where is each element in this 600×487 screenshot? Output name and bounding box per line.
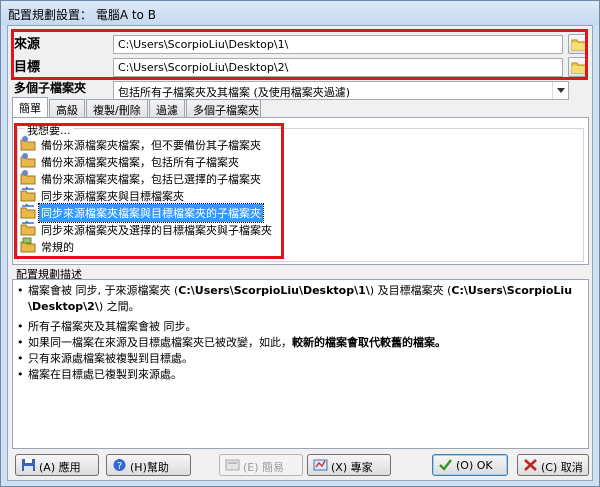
title-bar: 配置規劃設置： 電腦A to B bbox=[1, 1, 599, 25]
help-button[interactable]: ? (H)幫助 bbox=[106, 454, 191, 476]
cancel-button[interactable]: (C) 取消 bbox=[517, 454, 589, 476]
save-icon bbox=[22, 459, 35, 471]
simple-mode-icon bbox=[225, 459, 240, 471]
list-item-label: 同步來源檔案夾與目標檔案夾 bbox=[41, 190, 184, 203]
sync-folder-icon bbox=[20, 203, 36, 219]
list-item-label: 同步來源檔案夾及選擇的目標檔案夾與子檔案夾 bbox=[41, 224, 272, 237]
list-item-label: 同步來源檔案夾檔案與目標檔案夾的子檔案夾 bbox=[38, 203, 264, 223]
target-browse-button[interactable] bbox=[568, 57, 588, 77]
simple-mode-button[interactable]: (E) 簡易 bbox=[219, 454, 303, 476]
general-folder-icon bbox=[20, 237, 36, 253]
backup-folder-icon bbox=[20, 136, 36, 151]
target-path-field[interactable]: C:\Users\ScorpioLiu\Desktop\2\ bbox=[113, 58, 563, 77]
tab-copy-delete[interactable]: 複製/刪除 bbox=[86, 99, 148, 118]
sync-folder-icon bbox=[20, 186, 36, 202]
list-item-label: 備份來源檔案夾檔案，但不要備份其子檔案夾 bbox=[41, 139, 261, 152]
tab-multiple-subfolders[interactable]: 多個子檔案夾 bbox=[186, 99, 261, 118]
close-icon bbox=[524, 459, 537, 471]
app-window: 配置規劃設置： 電腦A to B 來源 C:\Users\ScorpioLiu\… bbox=[0, 0, 600, 487]
apply-button[interactable]: (A) 應用 bbox=[15, 454, 99, 476]
checkmark-icon bbox=[439, 459, 452, 471]
sync-folder-icon bbox=[20, 220, 36, 236]
list-item-label: 備份來源檔案夾檔案，包括所有子檔案夾 bbox=[41, 156, 239, 169]
expert-mode-icon bbox=[313, 459, 328, 471]
subfolders-select[interactable]: 包括所有子檔案夾及其檔案 (及使用檔案夾過濾) bbox=[113, 81, 569, 100]
description-box: • 檔案會被 同步, 于來源檔案夾 (C:\Users\ScorpioLiu\D… bbox=[12, 279, 589, 449]
source-browse-button[interactable] bbox=[568, 34, 588, 54]
help-icon: ? bbox=[113, 459, 126, 472]
folder-icon bbox=[571, 39, 587, 51]
expert-mode-button[interactable]: (X) 專家 bbox=[307, 454, 391, 476]
list-item-label: 備份來源檔案夾檔案，包括已選擇的子檔案夾 bbox=[41, 173, 261, 186]
source-label: 來源 bbox=[14, 37, 41, 52]
target-label: 目標 bbox=[14, 60, 41, 75]
svg-text:?: ? bbox=[117, 461, 122, 472]
tab-filter[interactable]: 過濾 bbox=[149, 99, 185, 118]
ok-button[interactable]: (O) OK bbox=[432, 454, 508, 476]
chevron-down-icon[interactable] bbox=[552, 82, 568, 99]
tab-simple[interactable]: 簡單 bbox=[12, 97, 48, 119]
dialog-client: 來源 C:\Users\ScorpioLiu\Desktop\1\ 目標 C:\… bbox=[7, 25, 593, 481]
list-item-label: 常規的 bbox=[41, 241, 74, 254]
subfolders-selected-value: 包括所有子檔案夾及其檔案 (及使用檔案夾過濾) bbox=[118, 86, 351, 99]
folder-icon bbox=[571, 62, 587, 74]
simple-tab-panel: 我想要... 備份來源檔案夾檔案，但不要備份其子檔案夾 備份來源檔案夾檔案，包括… bbox=[12, 117, 589, 265]
tab-advanced[interactable]: 高級 bbox=[49, 99, 85, 118]
subfolders-label: 多個子檔案夾 bbox=[14, 81, 87, 95]
source-path-field[interactable]: C:\Users\ScorpioLiu\Desktop\1\ bbox=[113, 35, 563, 54]
window-title: 配置規劃設置： 電腦A to B bbox=[8, 8, 156, 22]
backup-folder-icon bbox=[20, 153, 36, 168]
backup-folder-icon bbox=[20, 170, 36, 185]
